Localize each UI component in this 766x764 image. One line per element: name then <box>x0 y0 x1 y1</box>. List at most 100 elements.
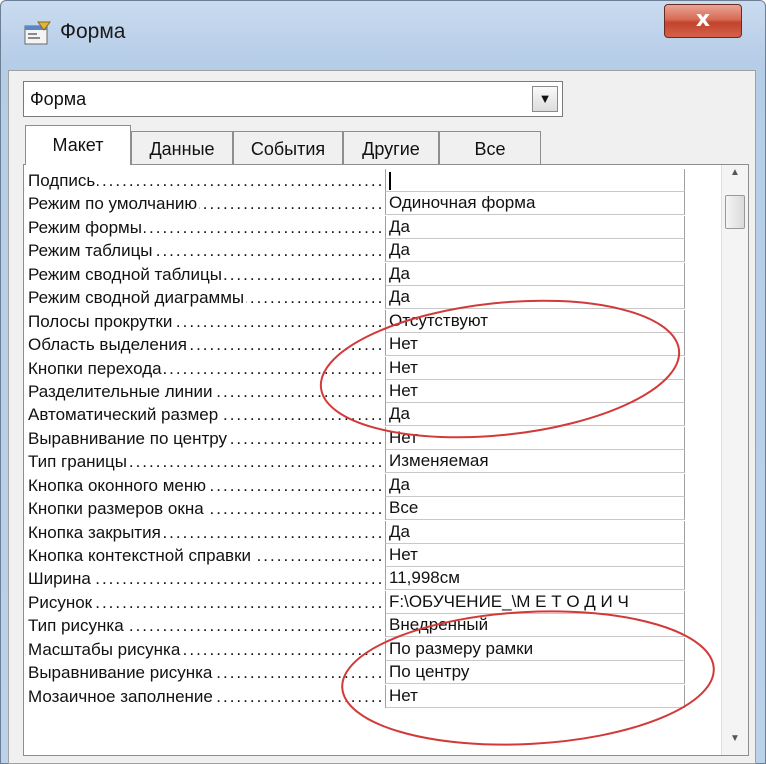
property-name-cell: ........................................… <box>28 474 384 497</box>
property-row[interactable]: ........................................… <box>24 520 718 544</box>
tab-all[interactable]: Все <box>439 131 541 165</box>
property-name: Кнопки размеров окна <box>28 499 206 519</box>
property-value-field[interactable]: Все <box>385 497 685 521</box>
property-row[interactable]: ........................................… <box>24 590 718 614</box>
property-value-field[interactable]: F:\ОБУЧЕНИЕ_\М Е Т О Д И Ч <box>385 590 685 614</box>
property-value: Да <box>389 240 410 260</box>
property-name: Режим по умолчанию <box>28 194 200 214</box>
property-name-cell: ........................................… <box>28 521 384 544</box>
property-name-cell: ........................................… <box>28 357 384 380</box>
property-value: Да <box>389 474 410 494</box>
property-row[interactable]: ........................................… <box>24 567 718 591</box>
property-row[interactable]: ........................................… <box>24 403 718 427</box>
property-value: Нет <box>389 334 418 354</box>
property-name: Выравнивание рисунка <box>28 663 215 683</box>
property-row[interactable]: ........................................… <box>24 637 718 661</box>
property-name-cell: ........................................… <box>28 661 384 684</box>
property-value-field[interactable]: Нет <box>385 333 685 357</box>
property-name: Масштабы рисунка <box>28 639 183 659</box>
property-name-cell: ........................................… <box>28 310 384 333</box>
property-value-field[interactable]: Нет <box>385 356 685 380</box>
object-selector-combobox[interactable]: Форма ▼ <box>23 81 563 117</box>
tab-data[interactable]: Данные <box>131 131 233 165</box>
property-row[interactable]: ........................................… <box>24 286 718 310</box>
scroll-thumb[interactable] <box>725 195 745 229</box>
tab-other[interactable]: Другие <box>343 131 439 165</box>
property-name: Кнопки перехода <box>28 358 164 378</box>
property-value: Нет <box>389 380 418 400</box>
scroll-up-icon[interactable]: ▲ <box>722 167 748 187</box>
property-value-field[interactable] <box>385 169 685 192</box>
property-row[interactable]: ........................................… <box>24 309 718 333</box>
property-value-field[interactable]: Изменяемая <box>385 450 685 474</box>
property-name-cell: ........................................… <box>28 544 384 567</box>
scroll-down-icon[interactable]: ▼ <box>722 733 748 753</box>
property-value-field[interactable]: Да <box>385 520 685 544</box>
close-icon: x <box>695 7 711 32</box>
property-row[interactable]: ........................................… <box>24 356 718 380</box>
property-value-field[interactable]: Да <box>385 286 685 310</box>
property-value: Внедренный <box>389 615 489 635</box>
dropdown-arrow-icon: ▼ <box>538 91 552 106</box>
property-value-field[interactable]: Да <box>385 239 685 263</box>
property-value-field[interactable]: По центру <box>385 661 685 685</box>
property-sheet-window: Форма x Форма ▼ Макет Данные События Дру… <box>0 0 766 764</box>
property-value-field[interactable]: Отсутствуют <box>385 309 685 333</box>
property-name-cell: ........................................… <box>28 380 384 403</box>
tab-label: Другие <box>362 139 420 159</box>
property-row[interactable]: ........................................… <box>24 192 718 216</box>
property-row[interactable]: ........................................… <box>24 450 718 474</box>
property-name-cell: ........................................… <box>28 591 384 614</box>
property-row[interactable]: ........................................… <box>24 614 718 638</box>
property-value-field[interactable]: Да <box>385 262 685 286</box>
title-bar[interactable]: Форма x <box>0 0 766 70</box>
property-row[interactable]: ........................................… <box>24 169 718 192</box>
property-name: Режим формы <box>28 217 144 237</box>
properties-grid: ........................................… <box>24 169 718 708</box>
property-value-field[interactable]: Нет <box>385 379 685 403</box>
property-value-field[interactable]: Да <box>385 215 685 239</box>
property-row[interactable]: ........................................… <box>24 661 718 685</box>
property-value-field[interactable]: Нет <box>385 684 685 708</box>
property-name: Рисунок <box>28 592 95 612</box>
property-value: 11,998см <box>389 568 460 588</box>
property-name: Кнопка контекстной справки <box>28 546 254 565</box>
property-value-field[interactable]: Да <box>385 473 685 497</box>
property-row[interactable]: ........................................… <box>24 239 718 263</box>
property-row[interactable]: ........................................… <box>24 544 718 567</box>
property-value: Да <box>389 287 410 307</box>
property-value-field[interactable]: Да <box>385 403 685 427</box>
close-button[interactable]: x <box>664 4 742 38</box>
property-value-field[interactable]: Нет <box>385 426 685 450</box>
property-row[interactable]: ........................................… <box>24 262 718 286</box>
property-row[interactable]: ........................................… <box>24 215 718 239</box>
property-value-field[interactable]: По размеру рамки <box>385 637 685 661</box>
property-row[interactable]: ........................................… <box>24 497 718 521</box>
vertical-scrollbar[interactable]: ▲ ▼ <box>721 165 748 755</box>
property-name: Режим таблицы <box>28 241 155 261</box>
property-row[interactable]: ........................................… <box>24 426 718 450</box>
property-value-field[interactable]: Внедренный <box>385 614 685 638</box>
property-value: Нет <box>389 357 418 377</box>
property-name-cell: ........................................… <box>28 192 384 215</box>
property-name: Режим сводной таблицы <box>28 264 224 284</box>
property-row[interactable]: ........................................… <box>24 379 718 403</box>
property-name-cell: ........................................… <box>28 638 384 661</box>
property-value-field[interactable]: 11,998см <box>385 567 685 591</box>
property-value: Нет <box>389 685 418 705</box>
property-name-cell: ........................................… <box>28 263 384 286</box>
tab-layout[interactable]: Макет <box>25 125 131 165</box>
tab-label: Данные <box>149 139 215 159</box>
tab-events[interactable]: События <box>233 131 343 165</box>
property-row[interactable]: ........................................… <box>24 333 718 357</box>
property-value: По размеру рамки <box>389 638 534 658</box>
property-row[interactable]: ........................................… <box>24 684 718 708</box>
property-value: Все <box>389 498 419 518</box>
property-name-cell: ........................................… <box>28 169 384 192</box>
dropdown-button[interactable]: ▼ <box>532 86 558 112</box>
property-value: Нет <box>389 427 418 447</box>
property-name-cell: ........................................… <box>28 216 384 239</box>
property-row[interactable]: ........................................… <box>24 473 718 497</box>
property-value-field[interactable]: Нет <box>385 544 685 567</box>
property-value-field[interactable]: Одиночная форма <box>385 192 685 216</box>
